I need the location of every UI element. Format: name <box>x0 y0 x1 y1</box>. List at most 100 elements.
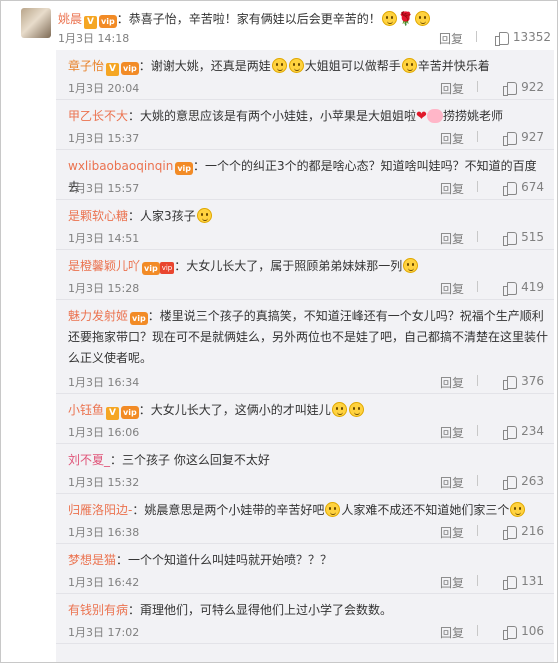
timestamp: 1月3日 14:18 <box>58 32 130 45</box>
emoji-icon <box>288 58 304 73</box>
reply-text: ：姚晨意思是两个小娃带的辛苦好吧 <box>132 503 325 517</box>
reply-button[interactable]: 回复 <box>440 624 464 641</box>
list-item: 小钰鱼 Vvip ：大女儿长大了，这俩小的才叫娃儿 1月3日 16:06 回复 234 <box>56 394 554 444</box>
list-item: 魅力发射姬 vip ：楼里说三个孩子的真搞笑，不知道汪峰还有一个女儿吗？祝福个生产顺… <box>56 300 554 394</box>
heart-icon: ❤ <box>416 109 427 124</box>
username[interactable]: 甲乙长不大 <box>68 109 128 123</box>
thumbs-up-icon <box>503 425 518 440</box>
vip-level-badge-icon: vip <box>159 262 175 274</box>
like-button[interactable]: 927 <box>503 130 544 146</box>
like-count: 922 <box>521 80 544 94</box>
username[interactable]: 归雁洛阳边- <box>68 503 132 517</box>
reply-button[interactable]: 回复 <box>440 424 464 441</box>
emoji-icon <box>271 58 287 73</box>
like-button[interactable]: 674 <box>503 180 544 196</box>
reply-line: 有钱别有病：甭理他们，可特么显得他们上过小学了会数数。 <box>68 600 548 621</box>
username[interactable]: 姚晨 <box>58 12 82 26</box>
username[interactable]: 是颗软心糖 <box>68 209 128 223</box>
vip-badge-icon: vip <box>175 162 194 175</box>
reply-text: ：甭理他们，可特么显得他们上过小学了会数数。 <box>128 603 393 617</box>
reply-button[interactable]: 回复 <box>440 230 464 247</box>
thumbs-up-icon <box>503 181 518 196</box>
verified-badge-icon: V <box>84 16 98 29</box>
vip-badge-icon: vip <box>121 62 139 75</box>
divider <box>477 525 478 536</box>
thumbs-up-icon <box>503 81 518 96</box>
like-count: 131 <box>521 574 544 588</box>
reply-text: 捞捞姚老师 <box>442 109 503 123</box>
username[interactable]: 魅力发射姬 <box>68 309 128 323</box>
reply-button[interactable]: 回复 <box>440 574 464 591</box>
divider <box>477 375 478 386</box>
thumbs-up-icon <box>503 281 518 296</box>
emoji-icon <box>510 502 526 517</box>
reply-button[interactable]: 回复 <box>440 180 464 197</box>
divider <box>477 281 478 292</box>
vip-badge-icon: vip <box>130 312 148 325</box>
like-count: 515 <box>521 230 544 244</box>
timestamp: 1月3日 16:38 <box>68 526 140 539</box>
reply-button[interactable]: 回复 <box>440 524 464 541</box>
like-count: 263 <box>521 474 544 488</box>
reply-line: 魅力发射姬 vip ：楼里说三个孩子的真搞笑，不知道汪峰还有一个女儿吗？祝福个生产顺… <box>68 306 548 369</box>
reply-line: 是橙馨颖儿吖 vip vip ：大女儿长大了，属于照顾弟弟妹妹那一列 <box>68 256 548 277</box>
like-count: 674 <box>521 180 544 194</box>
reply-button[interactable]: 回复 <box>439 30 463 47</box>
list-item: 章子怡 Vvip ：谢谢大姚，还真是两娃 大姐姐可以做帮手 辛苦并快乐着 1月3日 20… <box>56 50 554 100</box>
divider <box>477 625 478 636</box>
thumbs-up-icon <box>503 575 518 590</box>
reply-button[interactable]: 回复 <box>440 80 464 97</box>
reply-button[interactable]: 回复 <box>440 130 464 147</box>
emoji-icon <box>331 402 347 417</box>
emoji-icon <box>196 208 212 223</box>
list-item: 甲乙长不大：大姚的意思应该是有两个小娃娃，小苹果是大姐姐啦❤ 捞捞姚老师 1月3日… <box>56 100 554 150</box>
username[interactable]: 刘不夏_ <box>68 453 110 467</box>
username[interactable]: 是橙馨颖儿吖 <box>68 259 140 273</box>
username[interactable]: 梦想是猫 <box>68 553 116 567</box>
reply-text: ：大姚的意思应该是有两个小娃娃，小苹果是大姐姐啦 <box>128 109 417 123</box>
reply-line: 归雁洛阳边-：姚晨意思是两个小娃带的辛苦好吧 人家难不成还不知道她们家三个 <box>68 500 548 521</box>
username[interactable]: wxlibaobaoqinqin <box>68 159 173 173</box>
username[interactable]: 章子怡 <box>68 59 104 73</box>
avatar[interactable] <box>21 8 51 38</box>
reply-text: 辛苦并快乐着 <box>417 59 490 73</box>
reply-list: 章子怡 Vvip ：谢谢大姚，还真是两娃 大姐姐可以做帮手 辛苦并快乐着 1月3日 20… <box>56 50 554 662</box>
divider <box>477 81 478 92</box>
like-button[interactable]: 263 <box>503 474 544 490</box>
reply-button[interactable]: 回复 <box>440 280 464 297</box>
reply-button[interactable]: 回复 <box>440 474 464 491</box>
like-button[interactable]: 234 <box>503 424 544 440</box>
like-button[interactable]: 922 <box>503 80 544 96</box>
comment-thread: 姚晨 Vvip ：恭喜子怡，辛苦啦！家有俩娃以后会更辛苦的！ 🌹 1月3日 14:18… <box>0 0 558 663</box>
emoji-icon <box>401 58 417 73</box>
like-button[interactable]: 131 <box>503 574 544 590</box>
list-item: 是颗软心糖：人家3孩子 1月3日 14:51 回复 515 <box>56 200 554 250</box>
timestamp: 1月3日 15:32 <box>68 476 140 489</box>
timestamp: 1月3日 16:42 <box>68 576 140 589</box>
like-button[interactable]: 106 <box>503 624 544 640</box>
reply-text: ：大女儿长大了，这俩小的才叫娃儿 <box>138 403 331 417</box>
like-button[interactable]: 13352 <box>494 30 551 46</box>
top-comment: 姚晨 Vvip ：恭喜子怡，辛苦啦！家有俩娃以后会更辛苦的！ 🌹 1月3日 14:18… <box>1 1 557 49</box>
timestamp: 1月3日 16:06 <box>68 426 140 439</box>
username[interactable]: 小钰鱼 <box>68 403 104 417</box>
timestamp: 1月3日 15:37 <box>68 132 140 145</box>
thumbs-up-icon <box>503 231 518 246</box>
list-item: wxlibaobaoqinqin vip ：一个个的纠正3个的都是啥心态？知道啥叫娃… <box>56 150 554 200</box>
like-count: 927 <box>521 130 544 144</box>
vip-badge-icon: vip <box>142 262 160 275</box>
thumbs-up-icon <box>503 375 518 390</box>
divider <box>476 31 477 42</box>
reply-button[interactable]: 回复 <box>440 374 464 391</box>
pig-icon <box>426 109 443 123</box>
like-button[interactable]: 216 <box>503 524 544 540</box>
like-button[interactable]: 376 <box>503 374 544 390</box>
emoji-icon <box>325 502 341 517</box>
list-item: 是橙馨颖儿吖 vip vip ：大女儿长大了，属于照顾弟弟妹妹那一列 1月3日 15:… <box>56 250 554 300</box>
like-count: 234 <box>521 424 544 438</box>
like-button[interactable]: 419 <box>503 280 544 296</box>
username[interactable]: 有钱别有病 <box>68 603 128 617</box>
like-button[interactable]: 515 <box>503 230 544 246</box>
reply-line: 刘不夏_：三个孩子 你这么回复不太好 <box>68 450 548 471</box>
reply-line: 章子怡 Vvip ：谢谢大姚，还真是两娃 大姐姐可以做帮手 辛苦并快乐着 <box>68 56 548 77</box>
